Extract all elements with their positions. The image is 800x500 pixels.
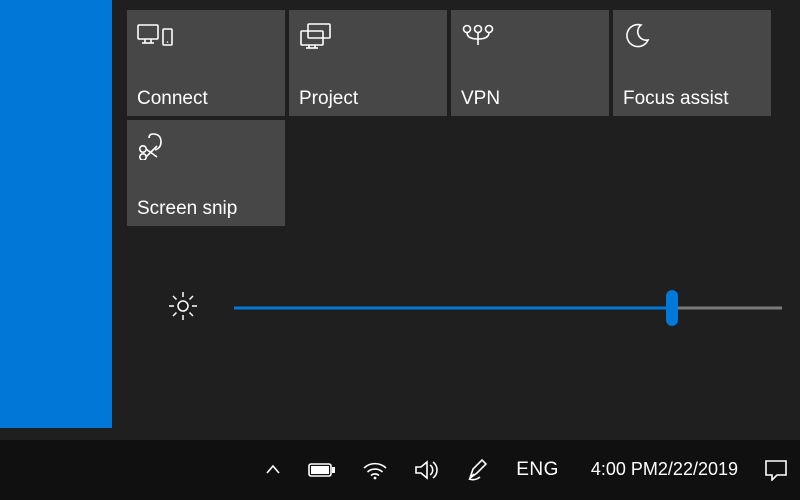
tile-project[interactable]: Project (289, 10, 447, 116)
system-tray: ENG 4:00 PM 2/22/2019 (264, 458, 788, 482)
slider-thumb[interactable] (666, 290, 678, 326)
action-center-panel: Connect Project (112, 0, 800, 428)
pen-icon[interactable] (466, 458, 490, 482)
desktop-root: Connect Project (0, 0, 800, 500)
brightness-slider[interactable] (234, 286, 782, 330)
moon-icon (623, 18, 761, 54)
tile-label: Connect (137, 88, 275, 110)
clock-date: 2/22/2019 (658, 459, 738, 481)
clock[interactable]: 4:00 PM 2/22/2019 (591, 459, 738, 481)
quick-action-tiles: Connect Project (127, 10, 771, 226)
slider-fill (234, 307, 672, 310)
brightness-icon (168, 291, 198, 326)
tile-label: Project (299, 88, 437, 110)
connect-icon (137, 18, 275, 54)
language-indicator[interactable]: ENG (516, 459, 559, 481)
tile-label: VPN (461, 88, 599, 110)
tile-label: Screen snip (137, 198, 275, 220)
tile-label: Focus assist (623, 88, 761, 110)
clock-time: 4:00 PM (591, 459, 658, 481)
brightness-slider-row (168, 286, 782, 330)
project-icon (299, 18, 437, 54)
tile-screen-snip[interactable]: Screen snip (127, 120, 285, 226)
vpn-icon (461, 18, 599, 54)
tile-focus-assist[interactable]: Focus assist (613, 10, 771, 116)
tray-overflow-chevron-icon[interactable] (264, 461, 282, 479)
snip-icon (137, 128, 275, 164)
action-center-icon[interactable] (764, 459, 788, 481)
taskbar: ENG 4:00 PM 2/22/2019 (0, 440, 800, 500)
battery-icon[interactable] (308, 461, 336, 479)
language-label: ENG (516, 459, 559, 481)
wifi-icon[interactable] (362, 460, 388, 480)
volume-icon[interactable] (414, 459, 440, 481)
accent-strip (0, 0, 112, 428)
tile-connect[interactable]: Connect (127, 10, 285, 116)
tile-vpn[interactable]: VPN (451, 10, 609, 116)
